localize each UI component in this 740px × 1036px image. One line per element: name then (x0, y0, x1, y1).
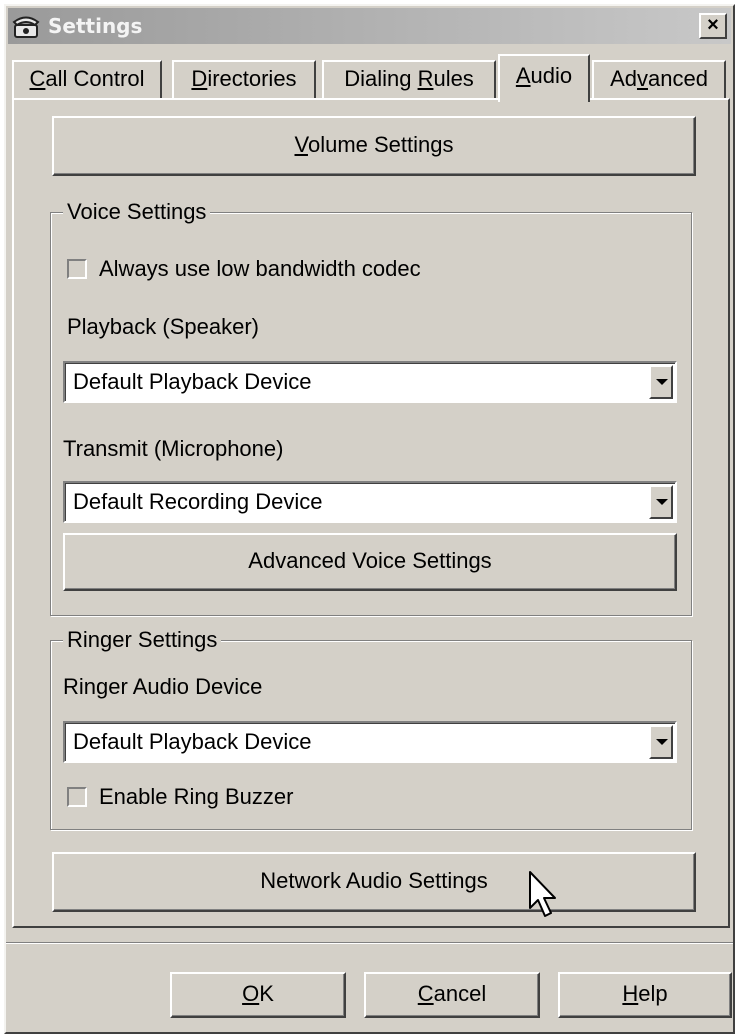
network-audio-settings-button[interactable]: Network Audio Settings (52, 852, 696, 912)
ringer-device-value: Default Playback Device (73, 729, 312, 754)
tab-label: udio (530, 63, 573, 88)
tab-mnemonic: A (515, 63, 531, 88)
transmit-device-select[interactable]: Default Recording Device (63, 481, 677, 523)
button-mnemonic: O (242, 981, 260, 1006)
chevron-down-icon[interactable] (649, 365, 673, 399)
tab-advanced[interactable]: Advanced (592, 60, 726, 100)
button-label: Advanced Voice Settings (248, 548, 492, 573)
transmit-label: Transmit (Microphone) (63, 436, 284, 461)
button-label: ancel (433, 981, 487, 1006)
button-label: K (259, 981, 274, 1006)
playback-device-value: Default Playback Device (73, 369, 312, 394)
chevron-down-icon[interactable] (649, 485, 673, 519)
tab-label: Dialing (344, 66, 418, 91)
ringer-settings-group: Ringer Settings Ringer Audio Device Defa… (50, 626, 692, 830)
audio-tab-panel: Volume Settings Voice Settings Always us… (12, 98, 730, 928)
telephone-icon (12, 16, 40, 38)
tab-label: irectories (207, 66, 297, 91)
ring-buzzer-checkbox[interactable] (67, 787, 87, 807)
tab-mnemonic: R (417, 66, 434, 91)
ok-button[interactable]: OK (170, 972, 346, 1018)
button-mnemonic: V (294, 132, 308, 157)
tab-label: anced (647, 66, 708, 91)
tab-directories[interactable]: Directories (172, 60, 316, 100)
tab-label: ules (433, 66, 474, 91)
close-button[interactable]: × (699, 13, 727, 39)
playback-device-select[interactable]: Default Playback Device (63, 361, 677, 403)
tab-call-control[interactable]: Call Control (12, 60, 162, 100)
chevron-down-icon[interactable] (649, 725, 673, 759)
button-mnemonic: H (622, 981, 639, 1006)
ring-buzzer-label[interactable]: Enable Ring Buzzer (99, 783, 293, 811)
tab-mnemonic: D (191, 66, 208, 91)
button-label: olume Settings (307, 132, 454, 157)
footer-separator (6, 942, 733, 944)
button-label: Network Audio Settings (260, 868, 488, 893)
tab-audio[interactable]: Audio (498, 54, 590, 102)
tab-label: Ad (610, 66, 637, 91)
low-bandwidth-checkbox[interactable] (67, 259, 87, 279)
button-mnemonic: C (417, 981, 434, 1006)
volume-settings-button[interactable]: Volume Settings (52, 116, 696, 176)
advanced-voice-settings-button[interactable]: Advanced Voice Settings (63, 533, 677, 591)
ringer-device-label: Ringer Audio Device (63, 674, 263, 699)
close-icon: × (707, 14, 719, 36)
ringer-settings-legend: Ringer Settings (63, 626, 222, 654)
voice-settings-legend: Voice Settings (63, 198, 211, 226)
tab-mnemonic: C (29, 66, 46, 91)
transmit-device-value: Default Recording Device (73, 489, 323, 514)
voice-settings-group: Voice Settings Always use low bandwidth … (50, 198, 692, 616)
window-title: Settings (48, 14, 143, 38)
title-bar[interactable]: Settings × (8, 8, 731, 44)
tab-bar: Call Control Directories Dialing Rules A… (12, 54, 732, 102)
low-bandwidth-label[interactable]: Always use low bandwidth codec (99, 255, 421, 283)
button-label: elp (638, 981, 668, 1006)
cancel-button[interactable]: Cancel (364, 972, 540, 1018)
help-button[interactable]: Help (558, 972, 732, 1018)
playback-label: Playback (Speaker) (67, 314, 259, 339)
settings-dialog: Settings × Call Control Directories Dial… (4, 4, 735, 1034)
ringer-device-select[interactable]: Default Playback Device (63, 721, 677, 763)
mouse-pointer-icon (529, 871, 556, 917)
tab-label: all Control (45, 66, 145, 91)
tab-dialing-rules[interactable]: Dialing Rules (322, 60, 496, 100)
tab-mnemonic: v (636, 66, 648, 91)
